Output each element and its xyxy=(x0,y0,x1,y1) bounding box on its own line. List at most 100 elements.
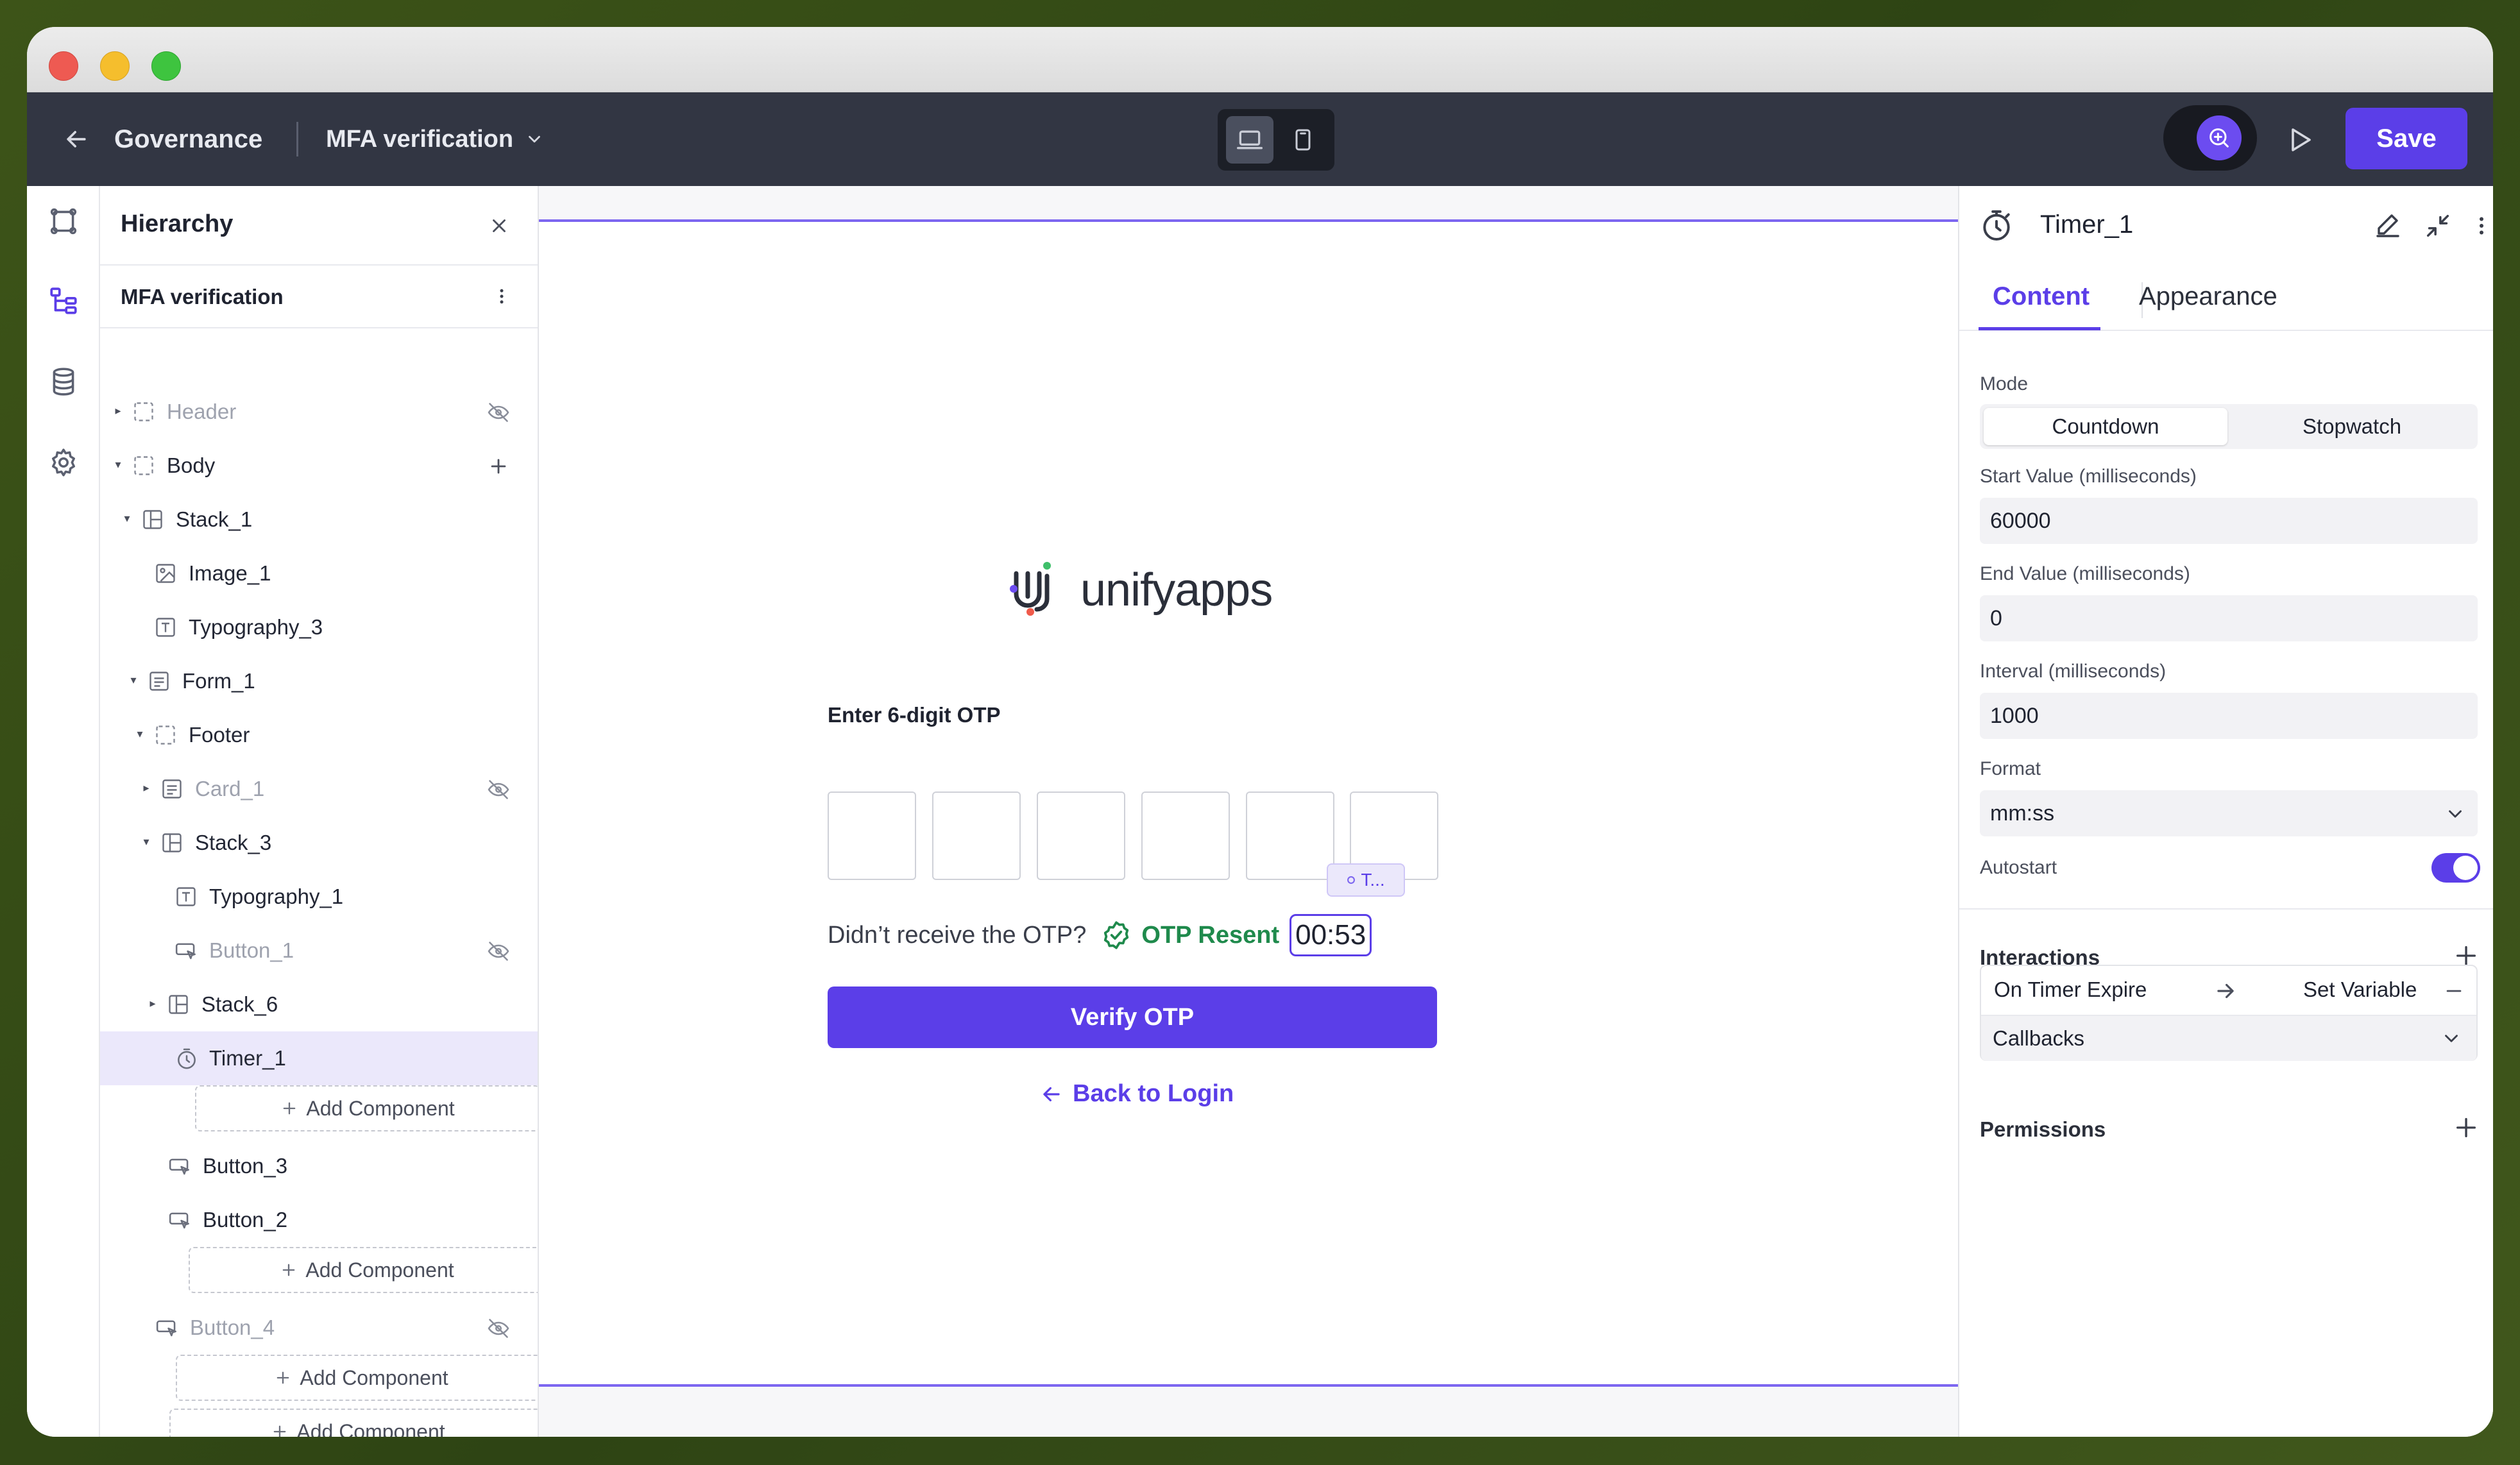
caret-down-icon[interactable]: ▾ xyxy=(121,512,133,525)
otp-digit-4[interactable] xyxy=(1141,792,1230,880)
canvas-tool-button[interactable] xyxy=(42,200,85,242)
tree-node-button-4[interactable]: Button_4 xyxy=(100,1301,538,1355)
editor-topbar: Governance MFA verification Save xyxy=(27,92,2493,186)
tree-node-body[interactable]: ▾ Body xyxy=(100,439,538,493)
tree-node-typography-1[interactable]: Typography_1 xyxy=(100,870,538,924)
tree-node-image-1[interactable]: Image_1 xyxy=(100,546,538,600)
end-value-label: End Value (milliseconds) xyxy=(1980,563,2190,584)
tree-node-stack-3[interactable]: ▾ Stack_3 xyxy=(100,816,538,870)
autostart-label: Autostart xyxy=(1980,857,2057,878)
properties-panel: Timer_1 Content Appearance Mode Countdow… xyxy=(1958,186,2493,1437)
add-component-label: Add Component xyxy=(296,1419,445,1437)
back-to-login-link[interactable]: Back to Login xyxy=(1039,1080,1234,1108)
app-window: Governance MFA verification Save Hierarc… xyxy=(27,27,2493,1437)
tree-node-stack-1[interactable]: ▾ Stack_1 xyxy=(100,493,538,546)
tree-node-label: Typography_3 xyxy=(189,615,323,639)
caret-down-icon[interactable]: ▾ xyxy=(112,458,124,471)
minimize-window-button[interactable] xyxy=(100,51,130,81)
maximize-window-button[interactable] xyxy=(151,51,181,81)
caret-down-icon[interactable]: ▾ xyxy=(127,673,140,686)
add-child-button[interactable] xyxy=(485,453,512,480)
hierarchy-tool-button[interactable] xyxy=(42,280,85,322)
add-component-button[interactable]: Add Component xyxy=(176,1355,538,1401)
typography-icon xyxy=(154,616,177,639)
stopwatch-icon xyxy=(1983,210,2010,241)
tree-node-footer[interactable]: ▾ Footer xyxy=(100,708,538,762)
caret-right-icon[interactable]: ▸ xyxy=(140,781,153,794)
autostart-toggle[interactable] xyxy=(2431,853,2480,883)
tab-appearance[interactable]: Appearance xyxy=(2139,282,2277,311)
caret-right-icon[interactable]: ▸ xyxy=(112,404,124,417)
section-divider xyxy=(1959,908,2493,910)
otp-digit-2[interactable] xyxy=(932,792,1021,880)
otp-digit-5[interactable] xyxy=(1246,792,1334,880)
add-component-button[interactable]: Add Component xyxy=(169,1409,538,1437)
page-more-button[interactable] xyxy=(489,284,515,309)
artboard[interactable]: unifyapps Enter 6-digit OTP T... Didn’t … xyxy=(539,219,1958,1387)
mobile-view-button[interactable] xyxy=(1279,116,1327,164)
hidden-eye-off-icon[interactable] xyxy=(485,1315,512,1342)
interval-label: Interval (milliseconds) xyxy=(1980,661,2167,682)
add-permission-button[interactable] xyxy=(2452,1114,2480,1142)
back-button[interactable] xyxy=(58,121,95,158)
start-value-input[interactable]: 60000 xyxy=(1980,498,2478,544)
tab-content[interactable]: Content xyxy=(1993,282,2090,311)
close-window-button[interactable] xyxy=(49,51,78,81)
hidden-eye-off-icon[interactable] xyxy=(485,776,512,803)
mode-stopwatch[interactable]: Stopwatch xyxy=(2230,408,2474,445)
collapse-panel-button[interactable] xyxy=(2420,208,2456,244)
tree-node-button-3[interactable]: Button_3 xyxy=(100,1139,538,1193)
caret-down-icon[interactable]: ▾ xyxy=(133,727,146,740)
tree-node-typography-3[interactable]: Typography_3 xyxy=(100,600,538,654)
ai-copilot-toggle[interactable] xyxy=(2163,105,2257,171)
timer-component[interactable]: 00:53 xyxy=(1290,914,1372,956)
page-selector[interactable]: MFA verification xyxy=(326,122,544,157)
timer-icon xyxy=(175,1047,198,1070)
tree-node-button-2[interactable]: Button_2 xyxy=(100,1193,538,1247)
end-value-input[interactable]: 0 xyxy=(1980,595,2478,641)
hidden-eye-off-icon[interactable] xyxy=(485,399,512,426)
callbacks-dropdown[interactable]: Callbacks xyxy=(1981,1016,2476,1061)
caret-down-icon[interactable]: ▾ xyxy=(140,835,153,848)
app-name[interactable]: Governance xyxy=(114,122,262,157)
plus-icon xyxy=(277,1371,289,1384)
tree-node-button-1[interactable]: Button_1 xyxy=(100,924,538,978)
otp-digit-3[interactable] xyxy=(1037,792,1125,880)
interaction-row[interactable]: On Timer Expire Set Variable xyxy=(1981,966,2476,1016)
permissions-title: Permissions xyxy=(1980,1117,2106,1141)
desktop-view-button[interactable] xyxy=(1225,116,1273,164)
hierarchy-page-row[interactable]: MFA verification xyxy=(100,266,538,328)
timer-selection-tag[interactable]: T... xyxy=(1327,863,1405,897)
component-name[interactable]: Timer_1 xyxy=(2040,210,2133,239)
properties-tabs: Content Appearance xyxy=(1959,263,2493,331)
settings-tool-button[interactable] xyxy=(42,441,85,484)
tree-node-timer-1[interactable]: Timer_1 xyxy=(100,1031,538,1085)
tree-node-label: Form_1 xyxy=(182,669,255,693)
mode-countdown[interactable]: Countdown xyxy=(1984,408,2227,445)
save-button[interactable]: Save xyxy=(2345,108,2467,169)
tree-node-card-1[interactable]: ▸ Card_1 xyxy=(100,762,538,816)
hierarchy-close-button[interactable] xyxy=(485,212,513,240)
verify-otp-button[interactable]: Verify OTP xyxy=(828,987,1437,1048)
hierarchy-header: Hierarchy xyxy=(100,186,538,266)
component-more-button[interactable] xyxy=(2464,208,2493,244)
play-icon xyxy=(2292,128,2311,151)
rename-button[interactable] xyxy=(2370,208,2406,244)
tree-node-label: Button_2 xyxy=(203,1208,288,1232)
preview-play-button[interactable] xyxy=(2280,121,2319,159)
remove-icon[interactable] xyxy=(2443,980,2465,1002)
stack-icon xyxy=(167,993,190,1016)
caret-right-icon[interactable]: ▸ xyxy=(146,997,159,1010)
tree-node-form-1[interactable]: ▾ Form_1 xyxy=(100,654,538,708)
tree-node-stack-6[interactable]: ▸ Stack_6 xyxy=(100,978,538,1031)
add-component-button[interactable]: Add Component xyxy=(195,1085,538,1131)
add-component-button[interactable]: Add Component xyxy=(189,1247,538,1293)
button-icon xyxy=(155,1316,178,1339)
interval-input[interactable]: 1000 xyxy=(1980,693,2478,739)
hidden-eye-off-icon[interactable] xyxy=(485,938,512,965)
tree-node-header[interactable]: ▸ Header xyxy=(100,385,538,439)
format-select[interactable]: mm:ss xyxy=(1980,790,2478,836)
otp-resent-link[interactable]: OTP Resent xyxy=(1100,919,1279,951)
otp-digit-1[interactable] xyxy=(828,792,916,880)
data-tool-button[interactable] xyxy=(42,360,85,403)
